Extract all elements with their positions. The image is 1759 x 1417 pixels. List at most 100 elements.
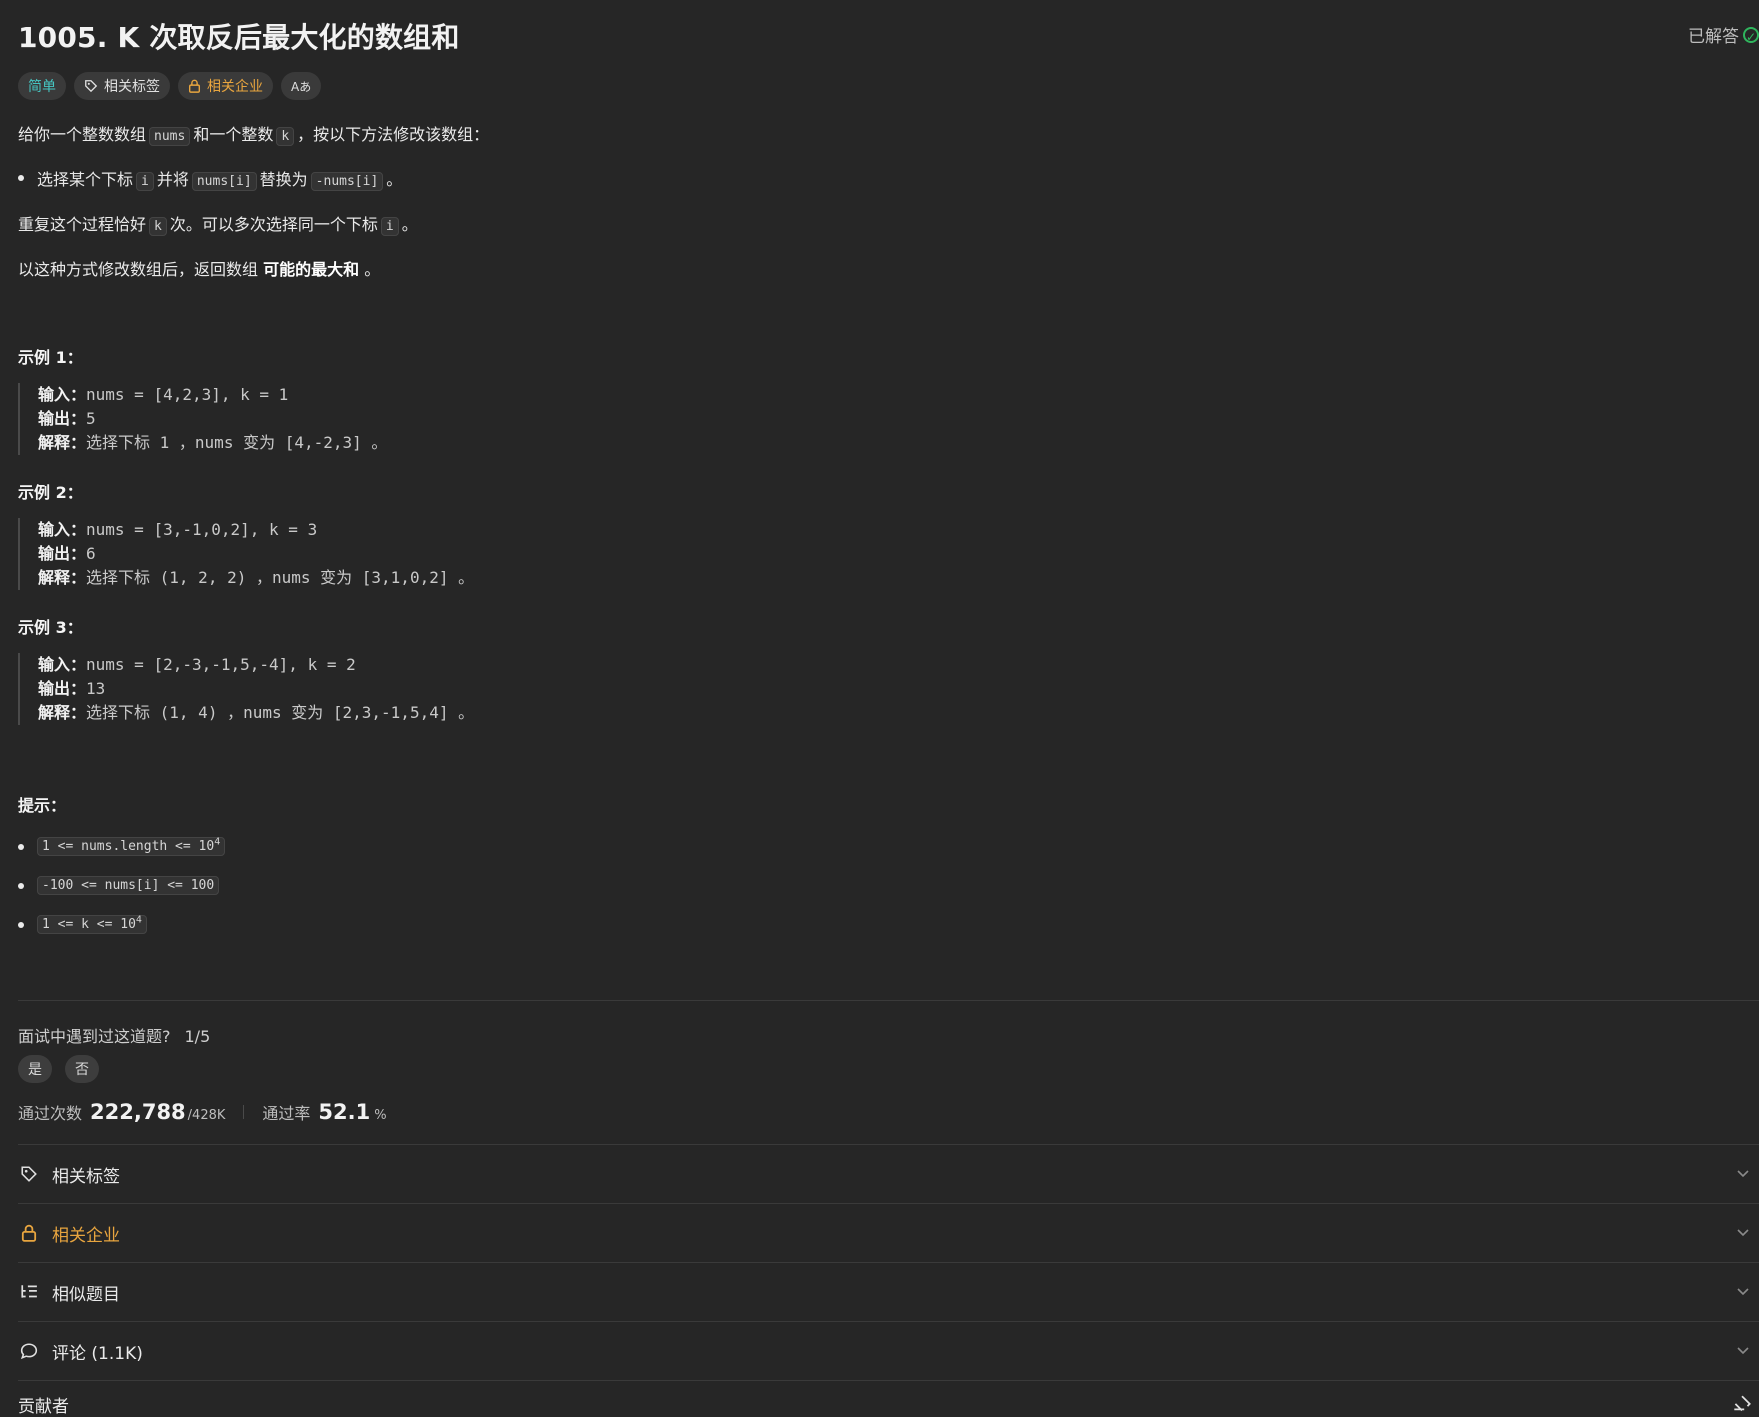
example-output: 6 (86, 544, 96, 563)
bullet-text: 。 (386, 170, 403, 189)
section-companies-label: 相关企业 (52, 1225, 120, 1246)
explain-label: 解释： (38, 568, 87, 587)
input-label: 输入： (38, 520, 87, 539)
inline-code: k (149, 217, 167, 236)
output-label: 输出： (38, 679, 87, 698)
section-comments[interactable]: 评论 (1.1K) (18, 1322, 1759, 1380)
constraint-sup: 4 (135, 914, 142, 926)
interview-count: 1/5 (184, 1027, 211, 1046)
chevron-down-icon (1737, 1347, 1749, 1355)
intro-text-b: 和一个整数 (193, 125, 274, 144)
companies-chip[interactable]: 相关企业 (178, 72, 273, 100)
yes-button[interactable]: 是 (18, 1055, 52, 1083)
inline-code: nums (149, 127, 191, 146)
comment-icon (18, 1340, 40, 1362)
inline-code: i (136, 172, 154, 191)
output-label: 输出： (38, 544, 87, 563)
tags-chip-label: 相关标签 (104, 79, 160, 95)
example-input: nums = [2,-3,-1,5,-4], k = 2 (86, 655, 356, 674)
example-block: 输入：nums = [4,2,3], k = 1 输出：5 解释：选择下标 1 … (18, 383, 387, 455)
interview-question-text: 面试中遇到过这道题? (18, 1027, 171, 1046)
example-input: nums = [3,-1,0,2], k = 3 (86, 520, 318, 539)
translate-icon: Aあ (291, 79, 312, 94)
solved-status: 已解答 ✓ (1688, 22, 1759, 47)
inline-code: -nums[i] (310, 172, 384, 191)
solved-label: 已解答 (1688, 27, 1739, 47)
inline-code: k (276, 127, 295, 146)
constraint-code: 1 <= nums.length <= 104 (37, 836, 226, 856)
tags-chip[interactable]: 相关标签 (74, 72, 170, 100)
example-block: 输入：nums = [3,-1,0,2], k = 3 输出：6 解释：选择下标… (18, 518, 474, 590)
page-title: 1005. K 次取反后最大化的数组和 (18, 21, 460, 54)
chevron-down-icon (1737, 1288, 1749, 1296)
chip-bar: 简单 相关标签 相关企业 Aあ (18, 72, 322, 100)
bullet-text: 替换为 (259, 170, 308, 189)
repeat-paragraph: 重复这个过程恰好 k 次。可以多次选择同一个下标 i。 (18, 211, 418, 236)
section-tags[interactable]: 相关标签 (18, 1145, 1759, 1203)
section-tags-label: 相关标签 (52, 1166, 120, 1187)
chevron-down-icon (1737, 1170, 1749, 1178)
section-comments-label: 评论 (1.1K) (52, 1343, 143, 1364)
constraint-sup: 4 (214, 836, 221, 848)
example-output: 5 (86, 409, 96, 428)
constraint-item: -100 <= nums[i] <= 100 (18, 874, 222, 895)
bullet-text: 并将 (156, 170, 189, 189)
translate-chip[interactable]: Aあ (281, 72, 322, 100)
return-text: 以这种方式修改数组后，返回数组 (18, 260, 259, 279)
example-explain: 选择下标 (1, 2, 2) ，nums 变为 [3,1,0,2] 。 (86, 568, 475, 587)
explain-label: 解释： (38, 433, 87, 452)
divider (18, 1380, 1759, 1381)
constraint-text: 1 <= k <= 10 (42, 917, 136, 932)
submission-total: /428K (187, 1108, 226, 1123)
repeat-text: 。 (401, 215, 418, 234)
intro-text-c: ，按以下方法修改该数组： (297, 125, 490, 144)
inline-code: nums[i] (191, 172, 257, 191)
accepted-label: 通过次数 (18, 1104, 83, 1123)
lock-icon (18, 1222, 40, 1244)
bullet-text: 选择某个下标 (37, 170, 134, 189)
return-text: 。 (364, 260, 381, 279)
constraints-title: 提示： (18, 796, 67, 815)
example-title: 示例 3： (18, 618, 83, 637)
list-tree-icon (18, 1281, 40, 1303)
chevron-down-icon (1737, 1229, 1749, 1237)
example-input: nums = [4,2,3], k = 1 (86, 385, 289, 404)
operation-bullet: 选择某个下标 i 并将 nums[i] 替换为 -nums[i]。 (18, 166, 403, 191)
section-companies[interactable]: 相关企业 (18, 1204, 1759, 1262)
example-explain: 选择下标 (1, 4) ，nums 变为 [2,3,-1,5,4] 。 (86, 703, 475, 722)
tag-icon (85, 80, 98, 93)
example-output: 13 (86, 679, 106, 698)
section-similar-label: 相似题目 (52, 1284, 120, 1305)
constraint-text: 1 <= nums.length <= 10 (42, 839, 215, 854)
return-emphasis: 可能的最大和 (263, 260, 360, 279)
repeat-text: 次。可以多次选择同一个下标 (169, 215, 378, 234)
rate-label: 通过率 (262, 1104, 311, 1123)
example-title: 示例 2： (18, 483, 83, 502)
companies-chip-label: 相关企业 (207, 79, 263, 95)
accepted-count: 222,788 (90, 1100, 186, 1124)
constraint-code: -100 <= nums[i] <= 100 (37, 876, 220, 895)
tag-icon (18, 1163, 40, 1185)
no-button[interactable]: 否 (65, 1055, 99, 1083)
check-circle-icon: ✓ (1743, 26, 1759, 44)
repeat-text: 重复这个过程恰好 (18, 215, 147, 234)
constraint-item: 1 <= nums.length <= 104 (18, 835, 228, 856)
rate-unit: % (374, 1108, 387, 1123)
difficulty-chip[interactable]: 简单 (18, 72, 66, 100)
intro-text-a: 给你一个整数数组 (18, 125, 147, 144)
divider (18, 1000, 1759, 1001)
contributors-icon[interactable] (1731, 1394, 1753, 1416)
input-label: 输入： (38, 385, 87, 404)
explain-label: 解释： (38, 703, 87, 722)
example-title: 示例 1： (18, 348, 83, 367)
input-label: 输入： (38, 655, 87, 674)
example-block: 输入：nums = [2,-3,-1,5,-4], k = 2 输出：13 解释… (18, 653, 474, 725)
description-intro: 给你一个整数数组 nums 和一个整数 k ，按以下方法修改该数组： (18, 121, 490, 146)
interview-question: 面试中遇到过这道题? 1/5 (18, 1023, 210, 1047)
example-explain: 选择下标 1 ，nums 变为 [4,-2,3] 。 (86, 433, 388, 452)
acceptance-stats: 通过次数 222,788 /428K 通过率 52.1 % (18, 1100, 387, 1124)
return-paragraph: 以这种方式修改数组后，返回数组 可能的最大和 。 (18, 256, 380, 280)
output-label: 输出： (38, 409, 87, 428)
lock-icon (188, 79, 201, 93)
section-similar[interactable]: 相似题目 (18, 1263, 1759, 1321)
